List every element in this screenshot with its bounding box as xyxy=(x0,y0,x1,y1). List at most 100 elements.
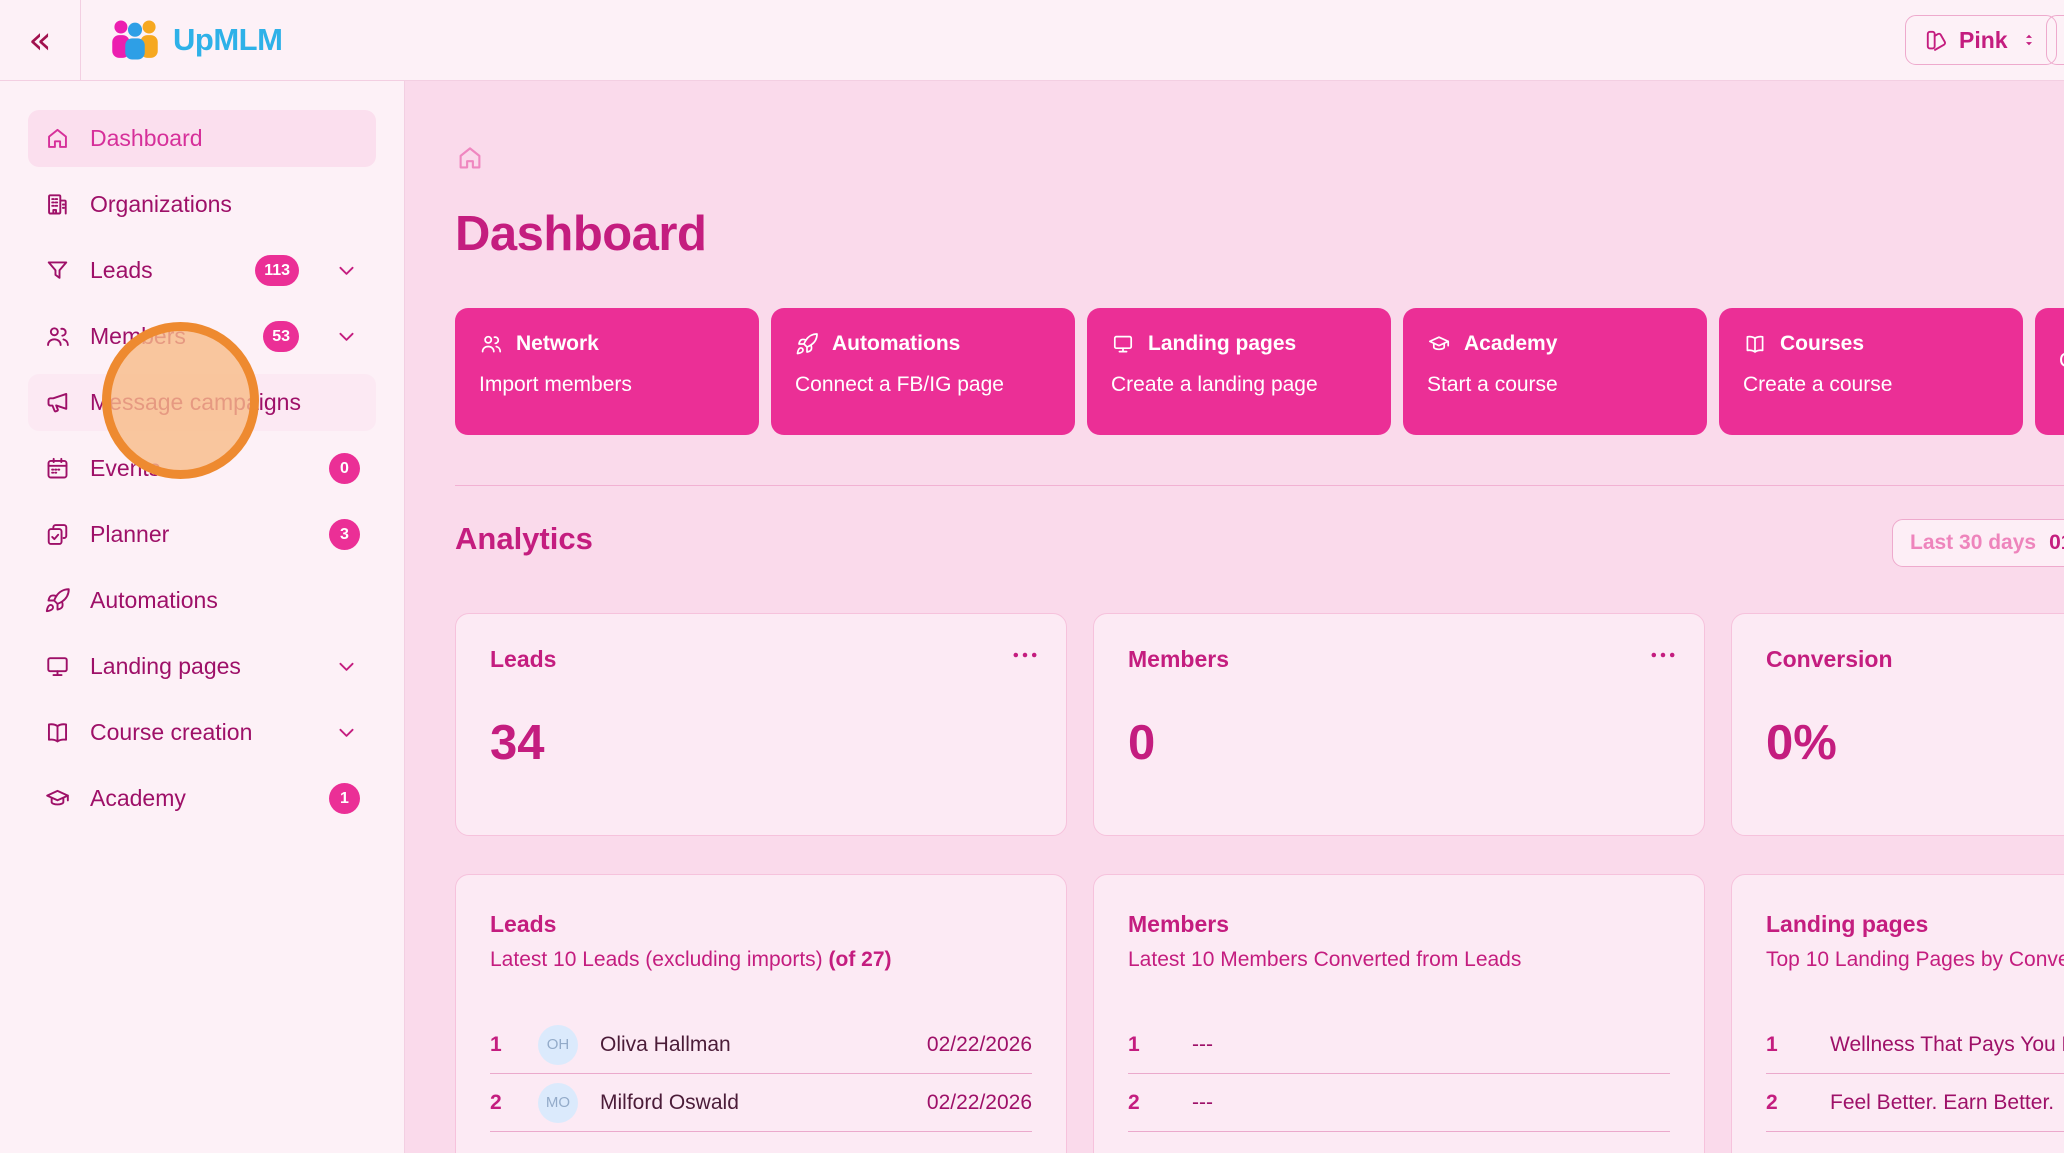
stat-card-value: 0% xyxy=(1766,715,2064,771)
funnel-icon xyxy=(44,257,71,284)
sidebar-item-leads[interactable]: Leads113 xyxy=(28,242,376,299)
sidebar-item-label: Organizations xyxy=(90,191,232,218)
sidebar-item-label: Academy xyxy=(90,785,186,812)
page-title: Dashboard xyxy=(455,206,2064,262)
row-index: 2 xyxy=(1128,1091,1158,1115)
chevron-icon xyxy=(333,719,360,746)
building-icon xyxy=(44,191,71,218)
count-badge: 1 xyxy=(329,783,360,814)
chevron-icon xyxy=(333,257,360,284)
partial-edge-button[interactable] xyxy=(2046,15,2064,65)
avatar: MO xyxy=(538,1083,578,1123)
quick-action-landing-pages[interactable]: Landing pagesCreate a landing page xyxy=(1087,308,1391,435)
quick-action-subtitle: Connect a FB/IG page xyxy=(795,373,1051,397)
row-index: 2 xyxy=(490,1091,520,1115)
sidebar-item-label: Dashboard xyxy=(90,125,203,152)
quick-action-academy[interactable]: Academy Start a course xyxy=(1403,308,1707,435)
sidebar-item-members[interactable]: Members 53 xyxy=(28,308,376,365)
quick-action-title: Academy xyxy=(1427,332,1683,356)
row-name: Wellness That Pays You Back xyxy=(1830,1033,2064,1057)
list-card-title: Leads xyxy=(490,911,1032,938)
quick-action-automations[interactable]: Automations Connect a FB/IG page xyxy=(771,308,1075,435)
count-badge: 113 xyxy=(255,255,299,286)
theme-selector-button[interactable]: Pink xyxy=(1905,15,2057,65)
gradcap-icon xyxy=(44,785,71,812)
quick-action-subtitle: Create a course xyxy=(1743,373,1999,397)
brand-logo-icon xyxy=(109,18,161,62)
megaphone-icon xyxy=(44,389,71,416)
breadcrumb-home-icon[interactable] xyxy=(455,143,485,173)
list-item[interactable]: 2MOMilford Oswald02/22/2026 xyxy=(490,1074,1032,1132)
date-range-filter[interactable]: Last 30 days 01/2 xyxy=(1892,519,2064,567)
stat-card-value: 0 xyxy=(1128,715,1670,771)
sidebar-collapse-button[interactable]: « xyxy=(22,21,57,59)
brand-name: UpMLM xyxy=(173,22,282,58)
sidebar-item-label: Members xyxy=(90,323,186,350)
date-filter-range: 01/2 xyxy=(2049,531,2064,555)
stat-card-members: Members 0 xyxy=(1093,613,1705,836)
palette-icon xyxy=(1923,28,1948,53)
card-menu-button[interactable] xyxy=(1008,638,1042,672)
sidebar-item-automations[interactable]: Automations xyxy=(28,572,376,629)
stats-row: Leads34Members0Conversion0% xyxy=(455,613,2064,836)
sidebar-item-landing-pages[interactable]: Landing pages xyxy=(28,638,376,695)
main-content: Dashboard NetworkImport membersAutomatio… xyxy=(406,81,2064,1153)
sidebar-item-label: Course creation xyxy=(90,719,252,746)
row-date: 02/22/2026 xyxy=(927,1033,1032,1057)
quick-action-network[interactable]: NetworkImport members xyxy=(455,308,759,435)
stat-card-title: Members xyxy=(1128,646,1670,673)
sidebar-item-course-creation[interactable]: Course creation xyxy=(28,704,376,761)
sidebar-item-academy[interactable]: Academy 1 xyxy=(28,770,376,827)
list-rows: 1 Wellness That Pays You Back 2Feel Better… xyxy=(1766,1016,2064,1132)
stat-card-title: Conversion xyxy=(1766,646,2064,673)
quick-action-partial[interactable]: C xyxy=(2035,308,2064,435)
stat-card-title: Leads xyxy=(490,646,1032,673)
quick-action-title: Landing pages xyxy=(1111,332,1367,356)
list-item[interactable]: 2--- xyxy=(1128,1074,1670,1132)
quick-action-title: Courses xyxy=(1743,332,1999,356)
sidebar-item-message-campaigns[interactable]: Message campaigns xyxy=(28,374,376,431)
sidebar-item-label: Planner xyxy=(90,521,169,548)
section-divider xyxy=(455,485,2064,486)
card-menu-button[interactable] xyxy=(1646,638,1680,672)
dots-icon xyxy=(1646,638,1680,672)
sidebar-collapse-area: « xyxy=(0,0,81,80)
row-index: 2 xyxy=(1766,1091,1796,1115)
row-name: --- xyxy=(1192,1033,1670,1057)
sidebar-item-events[interactable]: Events0 xyxy=(28,440,376,497)
list-item[interactable]: 1OHOliva Hallman02/22/2026 xyxy=(490,1016,1032,1074)
row-index: 1 xyxy=(1766,1033,1796,1057)
sidebar: DashboardOrganizationsLeads113Members53M… xyxy=(0,81,405,1153)
stat-card-conversion: Conversion 0% xyxy=(1731,613,2064,836)
sidebar-item-label: Events xyxy=(90,455,160,482)
book-icon xyxy=(44,719,71,746)
list-card-members: Members Latest 10 Members Converted from … xyxy=(1093,874,1705,1153)
sidebar-item-dashboard[interactable]: Dashboard xyxy=(28,110,376,167)
row-name: Milford Oswald xyxy=(600,1091,927,1115)
list-item[interactable]: 1 Wellness That Pays You Back xyxy=(1766,1016,2064,1074)
monitor-icon xyxy=(44,653,71,680)
sidebar-item-label: Automations xyxy=(90,587,218,614)
quick-action-courses[interactable]: Courses Create a course xyxy=(1719,308,2023,435)
list-card-title: Landing pages xyxy=(1766,911,2064,938)
sidebar-item-organizations[interactable]: Organizations xyxy=(28,176,376,233)
list-rows: 1---2--- xyxy=(1128,1016,1670,1132)
list-rows: 1OHOliva Hallman02/22/2026 2 MO Milford Osw… xyxy=(490,1016,1032,1132)
quick-action-subtitle: C xyxy=(2059,349,2064,373)
count-badge: 53 xyxy=(263,321,299,352)
list-item[interactable]: 2Feel Better. Earn Better. xyxy=(1766,1074,2064,1132)
chevron-icon xyxy=(333,323,360,350)
list-card-subtitle: Latest 10 Leads (excluding imports) (of … xyxy=(490,948,1032,972)
quick-action-subtitle: Start a course xyxy=(1427,373,1683,397)
quick-action-subtitle: Import members xyxy=(479,373,735,397)
brand: UpMLM xyxy=(109,18,282,62)
topbar: « UpMLM Pink xyxy=(0,0,2064,81)
quick-action-title: Automations xyxy=(795,332,1051,356)
list-card-landing-pages: Landing pagesTop 10 Landing Pages by Con… xyxy=(1731,874,2064,1153)
sidebar-item-planner[interactable]: Planner3 xyxy=(28,506,376,563)
list-item[interactable]: 1--- xyxy=(1128,1016,1670,1074)
list-card-subtitle: Latest 10 Members Converted from Leads xyxy=(1128,948,1670,972)
list-card-title: Members xyxy=(1128,911,1670,938)
gradcap-icon xyxy=(1427,332,1451,356)
monitor-icon xyxy=(1111,332,1135,356)
